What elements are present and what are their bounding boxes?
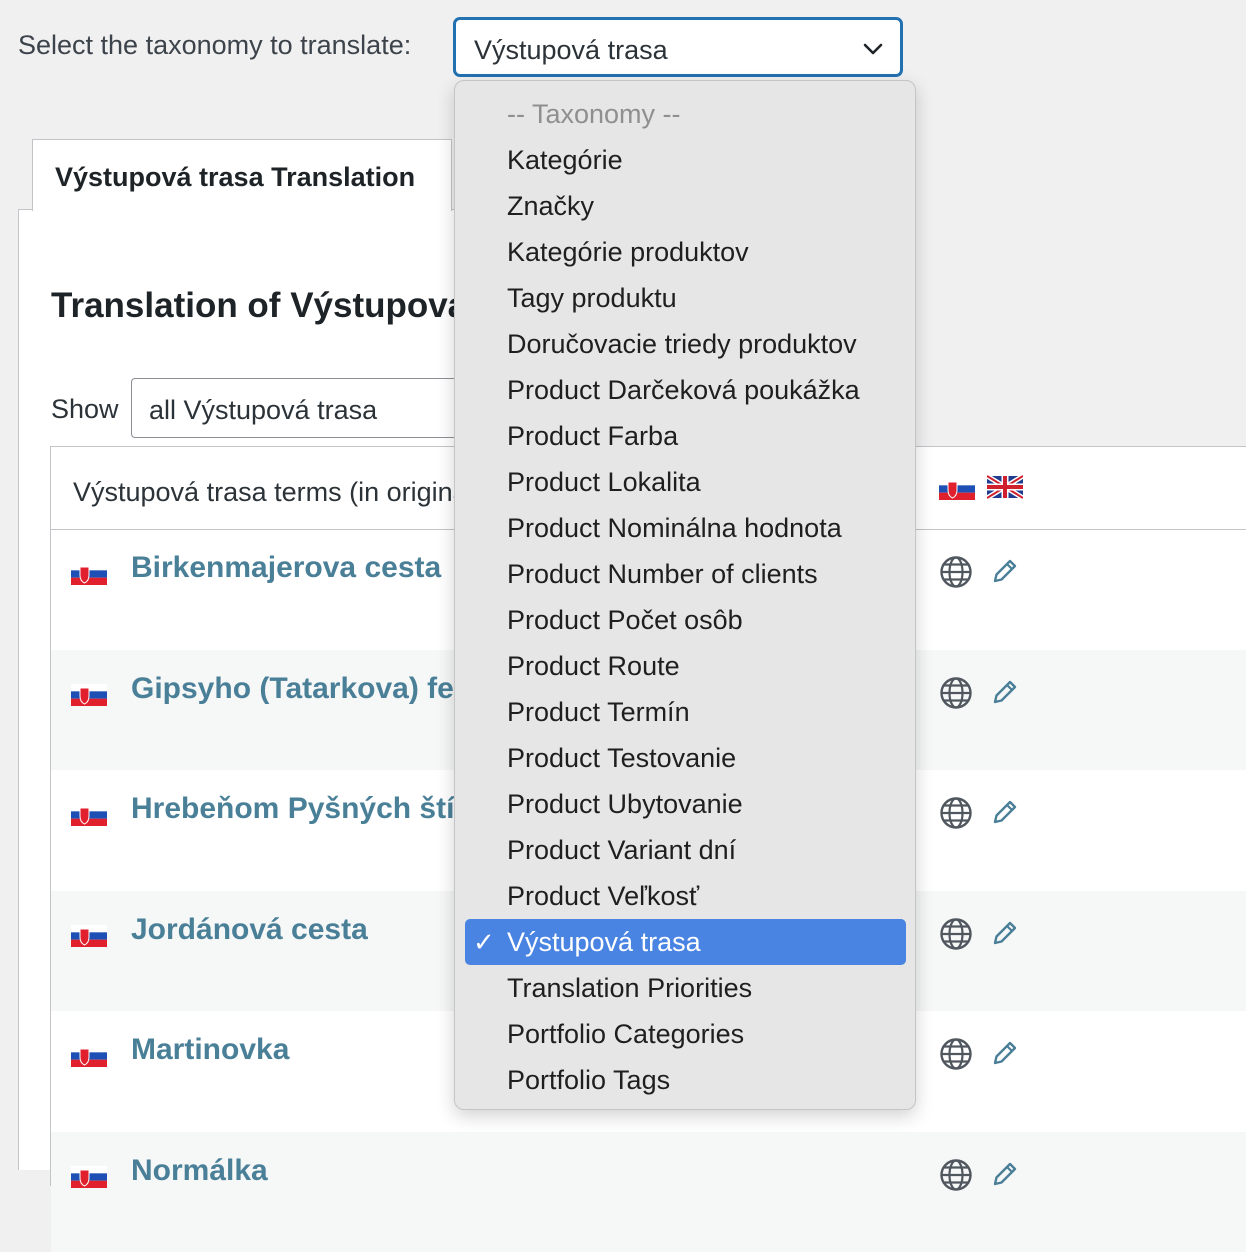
pencil-edit-icon[interactable] xyxy=(989,676,1021,708)
dropdown-option-label: Portfolio Tags xyxy=(507,1065,671,1095)
dropdown-option-label: Product Termín xyxy=(507,697,690,727)
dropdown-option-label: Kategórie xyxy=(507,145,623,175)
dropdown-option-label: Product Number of clients xyxy=(507,559,818,589)
dropdown-option[interactable]: Product Lokalita xyxy=(465,459,906,505)
globe-icon[interactable] xyxy=(939,555,973,589)
show-filter-value: all Výstupová trasa xyxy=(149,395,378,425)
dropdown-option[interactable]: Product Testovanie xyxy=(465,735,906,781)
dropdown-option-label: Product Počet osôb xyxy=(507,605,743,635)
table-row: Normálka xyxy=(51,1132,1246,1252)
dropdown-option-label: Product Ubytovanie xyxy=(507,789,743,819)
globe-icon[interactable] xyxy=(939,1158,973,1192)
dropdown-option-label: Product Farba xyxy=(507,421,679,451)
pencil-edit-icon[interactable] xyxy=(989,796,1021,828)
page-title: Translation of Výstupová trasa xyxy=(51,286,454,325)
term-link[interactable]: Normálka xyxy=(131,1154,268,1188)
taxonomy-dropdown-list[interactable]: -- Taxonomy -- Kategórie Značky Kategórie p… xyxy=(454,80,916,1110)
dropdown-option-label: Portfolio Categories xyxy=(507,1019,745,1049)
taxonomy-select[interactable]: Výstupová trasa xyxy=(454,18,902,76)
dropdown-option[interactable]: Product Farba xyxy=(465,413,906,459)
dropdown-option: -- Taxonomy -- xyxy=(465,91,906,137)
dropdown-option-label: Product Darčeková poukážka xyxy=(507,375,860,405)
dropdown-option-label: Kategórie produktov xyxy=(507,237,749,267)
dropdown-option[interactable]: Kategórie produktov xyxy=(465,229,906,275)
taxonomy-select-value: Výstupová trasa xyxy=(474,35,668,65)
globe-icon[interactable] xyxy=(939,917,973,951)
dropdown-option-label: Product Route xyxy=(507,651,680,681)
dropdown-option-label: Product Veľkosť xyxy=(507,881,700,911)
checkmark-icon: ✓ xyxy=(473,927,495,957)
chevron-down-icon xyxy=(863,43,883,55)
term-link[interactable]: Jordánová cesta xyxy=(131,913,368,947)
tab-label: Výstupová trasa Translation xyxy=(55,162,416,192)
dropdown-option[interactable]: Kategórie xyxy=(465,137,906,183)
dropdown-option-label: Značky xyxy=(507,191,595,221)
dropdown-option-label: Product Lokalita xyxy=(507,467,701,497)
dropdown-option[interactable]: Product Number of clients xyxy=(465,551,906,597)
show-label: Show xyxy=(51,394,119,424)
slovak-flag-icon xyxy=(939,478,975,500)
tab-translation[interactable]: Výstupová trasa Translation xyxy=(32,139,452,211)
dropdown-option[interactable]: Product Počet osôb xyxy=(465,597,906,643)
dropdown-option[interactable]: Translation Priorities xyxy=(465,965,906,1011)
column-header-terms: Výstupová trasa terms (in original langu… xyxy=(73,477,454,507)
dropdown-option[interactable]: Product Nominálna hodnota xyxy=(465,505,906,551)
pencil-edit-icon[interactable] xyxy=(989,917,1021,949)
term-link[interactable]: Hrebeňom Pyšných štítov xyxy=(131,792,454,826)
dropdown-option[interactable]: Značky xyxy=(465,183,906,229)
dropdown-option-label: Výstupová trasa xyxy=(507,927,701,957)
dropdown-option[interactable]: ✓ Výstupová trasa xyxy=(465,919,906,965)
dropdown-option-label: Tagy produktu xyxy=(507,283,677,313)
term-link[interactable]: Gipsyho (Tatarkova) ferrata xyxy=(131,672,454,706)
dropdown-option-label: Doručovacie triedy produktov xyxy=(507,329,857,359)
dropdown-option-label: Product Testovanie xyxy=(507,743,737,773)
dropdown-option-label: -- Taxonomy -- xyxy=(507,99,681,129)
show-filter-select[interactable]: all Výstupová trasa xyxy=(131,378,454,438)
dropdown-option-label: Product Variant dní xyxy=(507,835,737,865)
dropdown-option[interactable]: Product Termín xyxy=(465,689,906,735)
globe-icon[interactable] xyxy=(939,796,973,830)
dropdown-option[interactable]: Doručovacie triedy produktov xyxy=(465,321,906,367)
dropdown-option-label: Translation Priorities xyxy=(507,973,753,1003)
dropdown-option[interactable]: Product Darčeková poukážka xyxy=(465,367,906,413)
globe-icon[interactable] xyxy=(939,676,973,710)
globe-icon[interactable] xyxy=(939,1037,973,1071)
dropdown-option[interactable]: Portfolio Categories xyxy=(465,1011,906,1057)
dropdown-option[interactable]: Tagy produktu xyxy=(465,275,906,321)
pencil-edit-icon[interactable] xyxy=(989,1158,1021,1190)
term-link[interactable]: Martinovka xyxy=(131,1033,289,1067)
uk-flag-icon xyxy=(987,475,1023,499)
dropdown-option[interactable]: Product Variant dní xyxy=(465,827,906,873)
dropdown-option[interactable]: Product Route xyxy=(465,643,906,689)
dropdown-option[interactable]: Portfolio Tags xyxy=(465,1057,906,1103)
dropdown-option[interactable]: Product Veľkosť xyxy=(465,873,906,919)
dropdown-option[interactable]: Product Ubytovanie xyxy=(465,781,906,827)
term-link[interactable]: Birkenmajerova cesta xyxy=(131,551,441,585)
pencil-edit-icon[interactable] xyxy=(989,555,1021,587)
dropdown-option-label: Product Nominálna hodnota xyxy=(507,513,842,543)
pencil-edit-icon[interactable] xyxy=(989,1037,1021,1069)
